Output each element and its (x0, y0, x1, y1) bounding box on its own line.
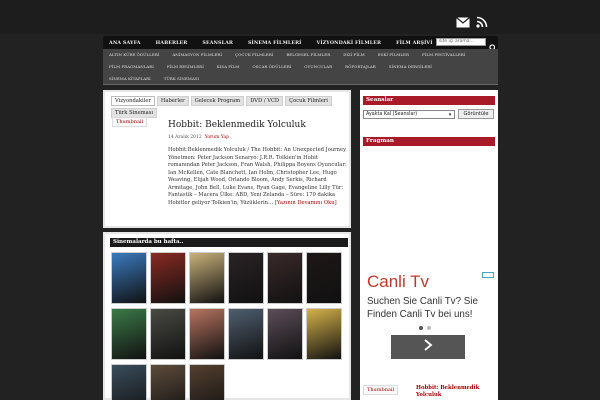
category-item[interactable]: KISA FİLM (217, 64, 240, 69)
category-item[interactable]: ESKİ FİLMLER (378, 52, 409, 57)
nav-item-film-arsivi[interactable]: FİLM ARŞİVİ (396, 40, 432, 46)
now-showing-panel: Sinemalarda bu hafta.. (103, 232, 351, 400)
pager-dot[interactable] (419, 326, 423, 330)
nav-item-ana-sayfa[interactable]: ANA SAYFA (109, 40, 141, 46)
search-input[interactable]: site içi arama... (436, 38, 486, 46)
post-thumbnail[interactable]: Thumbnail (112, 117, 148, 127)
top-bar (0, 0, 600, 34)
now-showing-heading: Sinemalarda bu hafta.. (110, 238, 348, 247)
movie-poster[interactable] (228, 252, 264, 304)
category-item[interactable]: ALTIN KÜRE ÖDÜLLERİ (109, 52, 159, 57)
pager-dot[interactable] (427, 326, 431, 330)
sidebar-thumbnail[interactable]: Thumbnail (363, 385, 399, 395)
category-item[interactable]: DİZİ FİLM (343, 52, 365, 57)
movie-poster[interactable] (267, 252, 303, 304)
movie-poster[interactable] (306, 252, 342, 304)
tab-cocuk-filmleri[interactable]: Çocuk Filmleri (285, 96, 332, 106)
category-item[interactable]: SİNEMA KİTAPLARI (109, 76, 151, 81)
search-icon[interactable] (489, 37, 497, 52)
comment-link[interactable]: Yorum Yap (205, 135, 229, 140)
category-item[interactable]: FİLM FESTİVALLERİ (422, 52, 465, 57)
movie-poster[interactable] (189, 364, 225, 400)
featured-posts-panel: Vizyondakiler Haberler Gelecek Program D… (103, 90, 351, 228)
ad-banner[interactable]: Canli Tv Suchen Sie Canli Tv? Sie Finden… (362, 270, 496, 365)
content-tabs: Vizyondakiler Haberler Gelecek Program D… (111, 96, 349, 118)
movie-poster[interactable] (150, 308, 186, 360)
post-title[interactable]: Hobbit: Beklenmedik Yolculuk (168, 120, 306, 130)
post-date: 14 Aralık 2012 (168, 135, 202, 140)
post-body-text: Hobbit:Beklenmedik Yolculuk / The Hobbit… (168, 147, 347, 206)
category-item[interactable]: OYUNCULAR (304, 64, 332, 69)
tab-vizyondakiler[interactable]: Vizyondakiler (111, 96, 155, 106)
movie-poster[interactable] (111, 364, 147, 400)
movie-poster[interactable] (111, 308, 147, 360)
read-more-link[interactable]: [Yazının Devamını Oku] (275, 200, 337, 206)
movie-poster[interactable] (150, 364, 186, 400)
tab-dvd-vcd[interactable]: DVD / VCD (246, 96, 284, 106)
category-item[interactable]: SİNEMA DERGİLERİ (389, 64, 432, 69)
category-nav: ALTIN KÜRE ÖDÜLLERİ ANİMASYON FİLMLERİ Ç… (103, 49, 498, 85)
tab-haberler[interactable]: Haberler (156, 96, 189, 106)
category-item[interactable]: BELGESEL FİLMLER (286, 52, 330, 57)
ad-choices-icon[interactable] (482, 272, 494, 278)
ad-pager (419, 326, 431, 330)
movie-poster[interactable] (150, 252, 186, 304)
movie-poster[interactable] (267, 308, 303, 360)
fragman-heading: Fragman (363, 137, 495, 146)
nav-item-sinema-filmleri[interactable]: SİNEMA FİLMLERİ (248, 40, 302, 46)
category-item[interactable]: FİLM RESİMLERİ (167, 64, 204, 69)
ad-text: Suchen Sie Canli Tv? Sie Finden Canli Tv… (367, 296, 478, 320)
nav-item-seanslar[interactable]: SEANSLAR (202, 40, 233, 46)
ad-next-button[interactable] (391, 335, 465, 359)
poster-grid (111, 252, 347, 400)
category-item[interactable]: ÇOCUK FİLMLERİ (235, 52, 273, 57)
movie-poster[interactable] (189, 308, 225, 360)
chevron-down-icon: ▾ (448, 112, 452, 118)
category-item[interactable]: TÜRK SİNEMASI (164, 76, 199, 81)
mail-icon[interactable] (456, 13, 470, 28)
post-meta: 14 Aralık 2012 Yorum Yap (168, 135, 229, 140)
category-item[interactable]: FİLM FRAGMANLARI (109, 64, 154, 69)
chevron-right-icon (424, 339, 433, 351)
view-button[interactable]: Görüntüle (458, 109, 494, 119)
seans-select-value: Ayakta Kal (Seanslar) (366, 112, 418, 117)
seanslar-heading: Seanslar (363, 96, 495, 105)
movie-poster[interactable] (228, 308, 264, 360)
category-item[interactable]: ANİMASYON FİLMLERİ (172, 52, 222, 57)
seans-select[interactable]: Ayakta Kal (Seanslar) ▾ (363, 110, 455, 119)
movie-poster[interactable] (111, 252, 147, 304)
post-excerpt: Hobbit:Beklenmedik Yolculuk / The Hobbit… (168, 147, 348, 207)
tab-gelecek-program[interactable]: Gelecek Program (190, 96, 245, 106)
category-item[interactable]: OSCAR ÖDÜLLERİ (252, 64, 291, 69)
category-item[interactable]: RÖPORTAJLAR (345, 64, 376, 69)
top-icons (456, 13, 490, 28)
movie-poster[interactable] (189, 252, 225, 304)
sidebar-post-link[interactable]: Hobbit: Beklenmedik Yolculuk (416, 385, 494, 398)
nav-item-vizyondaki-filmler[interactable]: VİZYONDAKİ FİLMLER (317, 40, 382, 46)
ad-title[interactable]: Canli Tv (367, 272, 429, 292)
movie-poster[interactable] (306, 308, 342, 360)
sidebar: Seanslar Ayakta Kal (Seanslar) ▾ Görüntü… (360, 90, 498, 400)
rss-icon[interactable] (476, 13, 490, 28)
nav-item-haberler[interactable]: HABERLER (156, 40, 188, 46)
